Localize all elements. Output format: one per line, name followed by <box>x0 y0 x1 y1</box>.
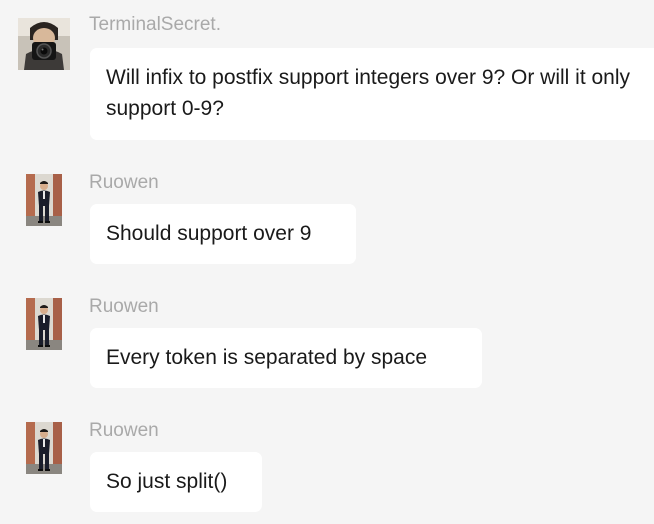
avatar[interactable] <box>26 298 62 350</box>
sender-name: TerminalSecret. <box>89 14 221 35</box>
avatar[interactable] <box>18 18 70 70</box>
avatar[interactable] <box>26 174 62 226</box>
message-text: So just split() <box>106 470 228 493</box>
chat-history: TerminalSecret. Will infix to postfix su… <box>0 0 654 524</box>
message-text: Will infix to postfix support integers o… <box>106 66 631 120</box>
message-bubble[interactable]: Should support over 9 <box>90 204 356 264</box>
person-standing-avatar-icon <box>26 174 62 226</box>
message-bubble[interactable]: So just split() <box>90 452 262 512</box>
camera-photographer-avatar-icon <box>18 18 70 70</box>
sender-name: Ruowen <box>89 296 159 317</box>
sender-name: Ruowen <box>89 172 159 193</box>
avatar[interactable] <box>26 422 62 474</box>
message-text: Should support over 9 <box>106 222 312 245</box>
sender-name: Ruowen <box>89 420 159 441</box>
message-bubble[interactable]: Will infix to postfix support integers o… <box>90 48 654 140</box>
message-bubble[interactable]: Every token is separated by space <box>90 328 482 388</box>
person-standing-avatar-icon <box>26 422 62 474</box>
message-text: Every token is separated by space <box>106 346 428 369</box>
person-standing-avatar-icon <box>26 298 62 350</box>
